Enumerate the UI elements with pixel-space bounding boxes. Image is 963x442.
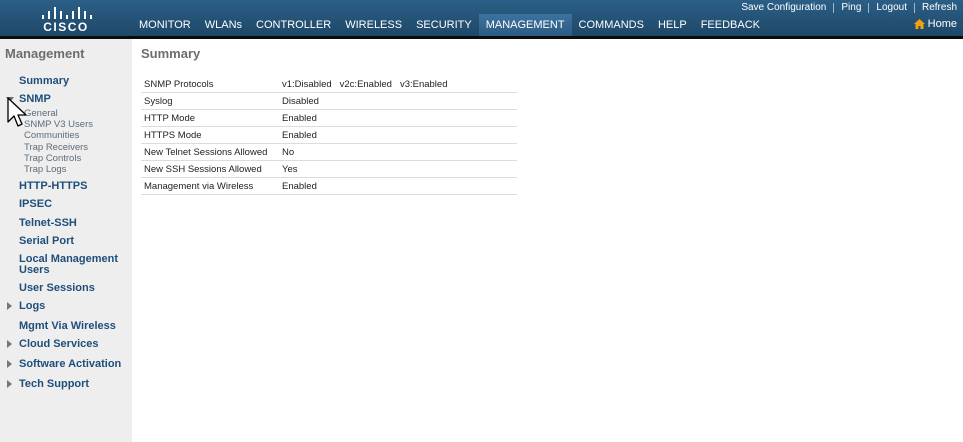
sidebar-item-software-activation[interactable]: Software Activation — [19, 359, 121, 370]
row-value: Disabled — [279, 92, 517, 110]
cisco-logo: CISCO — [38, 3, 94, 34]
row-value: Enabled — [279, 126, 517, 144]
nav-wireless[interactable]: WIRELESS — [338, 14, 409, 37]
home-link[interactable]: Home — [913, 18, 957, 30]
header-divider — [0, 36, 963, 39]
sidebar-item-local-management-users[interactable]: Local Management Users — [19, 254, 124, 276]
row-value: v1:Disabled v2c:Enabled v3:Enabled — [279, 76, 517, 93]
triangle-right-icon[interactable] — [7, 340, 12, 348]
logout-link[interactable]: Logout — [876, 2, 907, 13]
row-value: Enabled — [279, 109, 517, 127]
summary-table: SNMP Protocols v1:Disabled v2c:Enabled v3:… — [141, 76, 517, 195]
mouse-pointer-icon — [7, 97, 27, 127]
divider — [868, 2, 870, 13]
sidebar-item-http-https[interactable]: HTTP-HTTPS — [19, 181, 87, 192]
row-label: HTTP Mode — [141, 109, 279, 127]
table-row: HTTPS Mode Enabled — [141, 126, 517, 144]
sidebar-item-summary[interactable]: Summary — [19, 76, 69, 87]
table-row: New Telnet Sessions Allowed No — [141, 143, 517, 161]
sidebar-subitem-communities[interactable]: Communities — [24, 130, 79, 141]
table-row: Management via Wireless Enabled — [141, 177, 517, 195]
snmp-v2c-status: v2c:Enabled — [339, 78, 392, 90]
row-label: SNMP Protocols — [141, 76, 279, 93]
refresh-link[interactable]: Refresh — [922, 2, 957, 13]
nav-management[interactable]: MANAGEMENT — [478, 14, 572, 39]
page-title: Summary — [141, 46, 201, 61]
nav-wlans[interactable]: WLANs — [198, 14, 249, 37]
home-icon — [913, 19, 925, 29]
triangle-right-icon[interactable] — [7, 380, 12, 388]
nav-controller[interactable]: CONTROLLER — [249, 14, 338, 37]
row-label: New SSH Sessions Allowed — [141, 160, 279, 178]
sidebar-item-serial-port[interactable]: Serial Port — [19, 236, 74, 247]
sidebar-subitem-general[interactable]: General — [24, 108, 58, 119]
nav-feedback[interactable]: FEEDBACK — [694, 14, 767, 37]
sidebar-subitem-trap-logs[interactable]: Trap Logs — [24, 164, 66, 175]
utility-links: Save Configuration Ping Logout Refresh — [741, 1, 957, 14]
cisco-logo-text: CISCO — [43, 20, 89, 34]
home-label: Home — [927, 18, 957, 30]
ping-link[interactable]: Ping — [841, 2, 861, 13]
sidebar-title: Management — [5, 46, 85, 61]
sidebar-subitem-trap-controls[interactable]: Trap Controls — [24, 153, 81, 164]
triangle-right-icon[interactable] — [7, 360, 12, 368]
table-row: New SSH Sessions Allowed Yes — [141, 160, 517, 178]
sidebar-item-tech-support[interactable]: Tech Support — [19, 379, 89, 390]
sidebar-item-user-sessions[interactable]: User Sessions — [19, 283, 95, 294]
sidebar-subitem-trap-receivers[interactable]: Trap Receivers — [24, 142, 88, 153]
row-value: No — [279, 143, 517, 161]
row-label: Management via Wireless — [141, 177, 279, 195]
row-value: Enabled — [279, 177, 517, 195]
row-label: New Telnet Sessions Allowed — [141, 143, 279, 161]
sidebar-item-logs[interactable]: Logs — [19, 301, 45, 312]
nav-security[interactable]: SECURITY — [409, 14, 479, 37]
sidebar-item-ipsec[interactable]: IPSEC — [19, 199, 52, 210]
row-label: Syslog — [141, 92, 279, 110]
sidebar-item-mgmt-via-wireless[interactable]: Mgmt Via Wireless — [19, 321, 116, 332]
sidebar-subitem-snmp-v3-users[interactable]: SNMP V3 Users — [24, 119, 93, 130]
main-nav: MONITOR WLANs CONTROLLER WIRELESS SECURI… — [132, 14, 767, 39]
nav-commands[interactable]: COMMANDS — [572, 14, 651, 37]
table-row: SNMP Protocols v1:Disabled v2c:Enabled v3:… — [141, 76, 517, 93]
sidebar-item-cloud-services[interactable]: Cloud Services — [19, 339, 98, 350]
table-row: Syslog Disabled — [141, 92, 517, 110]
snmp-v3-status: v3:Enabled — [399, 78, 448, 90]
divider — [833, 2, 835, 13]
save-configuration-link[interactable]: Save Configuration — [741, 2, 826, 13]
nav-monitor[interactable]: MONITOR — [132, 14, 198, 37]
table-row: HTTP Mode Enabled — [141, 109, 517, 127]
nav-help[interactable]: HELP — [651, 14, 694, 37]
triangle-right-icon[interactable] — [7, 302, 12, 310]
row-label: HTTPS Mode — [141, 126, 279, 144]
sidebar-item-telnet-ssh[interactable]: Telnet-SSH — [19, 218, 77, 229]
row-value: Yes — [279, 160, 517, 178]
snmp-v1-status: v1:Disabled — [282, 78, 332, 90]
cisco-logo-bars — [40, 5, 92, 19]
top-header: CISCO Save Configuration Ping Logout Ref… — [0, 0, 963, 39]
divider — [913, 2, 915, 13]
